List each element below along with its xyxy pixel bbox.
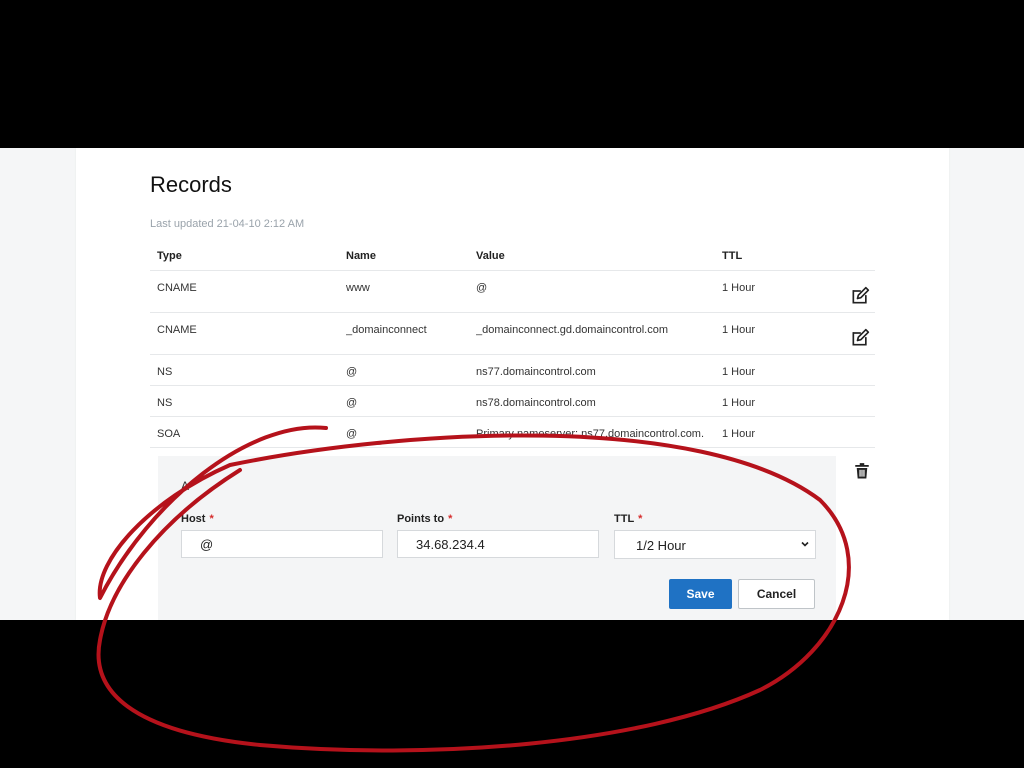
column-header-name: Name bbox=[346, 250, 376, 262]
record-name: @ bbox=[346, 428, 358, 440]
edit-icon[interactable] bbox=[850, 286, 870, 306]
dns-records-table: Type Name Value TTL CNAME www @ 1 Hour C… bbox=[150, 240, 875, 448]
record-name: _domainconnect bbox=[346, 324, 427, 336]
editor-record-type: A bbox=[181, 479, 190, 493]
points-to-label-text: Points to bbox=[397, 513, 445, 525]
record-ttl: 1 Hour bbox=[722, 324, 756, 336]
cancel-button[interactable]: Cancel bbox=[738, 579, 815, 609]
record-ttl: 1 Hour bbox=[722, 282, 756, 294]
edit-icon[interactable] bbox=[850, 328, 870, 348]
host-label-text: Host bbox=[181, 513, 206, 525]
table-row: NS @ ns78.domaincontrol.com 1 Hour bbox=[150, 386, 875, 417]
table-row: CNAME www @ 1 Hour bbox=[150, 271, 875, 313]
record-name: @ bbox=[346, 366, 358, 378]
records-card: Records Last updated 21-04-10 2:12 AM Ty… bbox=[76, 148, 949, 620]
ttl-selected-value: 1/2 Hour bbox=[636, 538, 686, 553]
record-name: www bbox=[346, 282, 370, 294]
points-to-label: Points to * bbox=[397, 513, 452, 525]
record-ttl: 1 Hour bbox=[722, 428, 756, 440]
record-ttl: 1 Hour bbox=[722, 397, 756, 409]
last-updated-text: Last updated 21-04-10 2:12 AM bbox=[150, 218, 305, 230]
trash-icon[interactable] bbox=[853, 462, 871, 480]
record-type: CNAME bbox=[157, 282, 197, 294]
record-value: _domainconnect.gd.domaincontrol.com bbox=[476, 324, 669, 336]
ttl-select[interactable]: 1/2 Hour bbox=[614, 530, 816, 559]
table-header: Type Name Value TTL bbox=[150, 240, 875, 271]
record-type: NS bbox=[157, 397, 173, 409]
browser-viewport: Records Last updated 21-04-10 2:12 AM Ty… bbox=[0, 148, 1024, 620]
record-value: @ bbox=[476, 282, 488, 294]
save-button[interactable]: Save bbox=[669, 579, 732, 609]
table-row: SOA @ Primary nameserver: ns77.domaincon… bbox=[150, 417, 875, 448]
record-value: ns77.domaincontrol.com bbox=[476, 366, 596, 378]
record-value: Primary nameserver: ns77.domaincontrol.c… bbox=[476, 428, 705, 440]
table-row: CNAME _domainconnect _domainconnect.gd.d… bbox=[150, 313, 875, 355]
page-title: Records bbox=[150, 172, 232, 197]
required-mark: * bbox=[638, 513, 643, 525]
required-mark: * bbox=[448, 513, 453, 525]
ttl-label: TTL * bbox=[614, 513, 642, 525]
ttl-label-text: TTL bbox=[614, 513, 635, 525]
record-type: CNAME bbox=[157, 324, 197, 336]
record-value: ns78.domaincontrol.com bbox=[476, 397, 596, 409]
record-type: NS bbox=[157, 366, 173, 378]
record-editor-panel: A Host* Points to* TTL* 1/2 Hour bbox=[158, 456, 836, 620]
table-row: NS @ ns77.domaincontrol.com 1 Hour bbox=[150, 355, 875, 386]
screenshot-stage: Records Last updated 21-04-10 2:12 AM Ty… bbox=[0, 0, 1024, 768]
column-header-type: Type bbox=[157, 250, 182, 262]
record-ttl: 1 Hour bbox=[722, 366, 756, 378]
record-name: @ bbox=[346, 397, 358, 409]
column-header-value: Value bbox=[476, 250, 505, 262]
chevron-down-icon bbox=[801, 541, 809, 547]
points-to-input[interactable] bbox=[397, 530, 599, 558]
column-header-ttl: TTL bbox=[722, 250, 743, 262]
host-input[interactable] bbox=[181, 530, 383, 558]
required-mark: * bbox=[209, 513, 214, 525]
record-type: SOA bbox=[157, 428, 181, 440]
host-label: Host * bbox=[181, 513, 214, 525]
